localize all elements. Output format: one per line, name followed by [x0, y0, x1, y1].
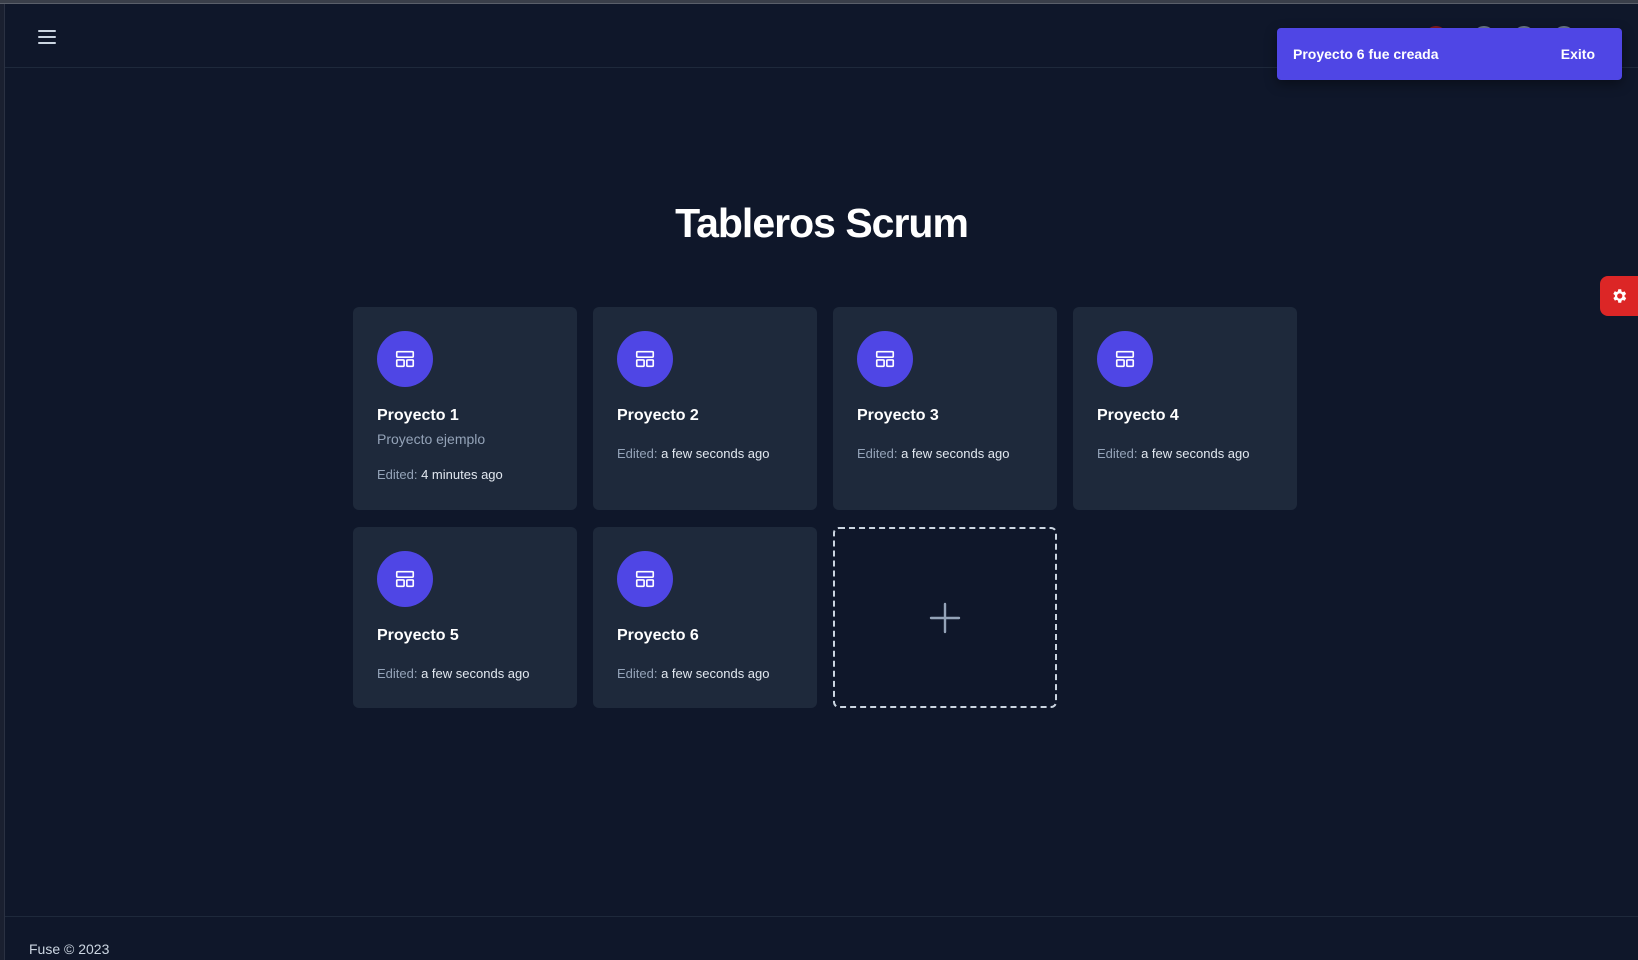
board-edited: Edited: a few seconds ago [617, 446, 770, 461]
snackbar-toast: Proyecto 6 fue creada Exito [1277, 28, 1622, 80]
toast-action-button[interactable]: Exito [1561, 46, 1595, 62]
board-name: Proyecto 4 [1097, 407, 1179, 424]
board-icon [617, 331, 673, 387]
edited-value: a few seconds ago [661, 666, 770, 681]
board-icon [377, 331, 433, 387]
board-description: Proyecto ejemplo [377, 431, 486, 447]
board-card[interactable]: Proyecto 3 Edited: a few seconds ago [833, 307, 1057, 510]
board-card[interactable]: Proyecto 6 Edited: a few seconds ago [593, 527, 817, 708]
edited-value: a few seconds ago [901, 446, 1010, 461]
menu-icon[interactable] [35, 26, 59, 50]
edited-label: Edited: [1097, 446, 1142, 461]
footer: Fuse © 2023 [5, 916, 1638, 960]
board-edited: Edited: a few seconds ago [377, 666, 530, 681]
board-icon [1097, 331, 1153, 387]
add-board-button[interactable] [833, 527, 1057, 708]
toast-message: Proyecto 6 fue creada [1293, 46, 1439, 62]
gear-icon [1613, 289, 1627, 303]
board-icon [857, 331, 913, 387]
edited-value: a few seconds ago [661, 446, 770, 461]
board-edited: Edited: a few seconds ago [617, 666, 770, 681]
board-name: Proyecto 6 [617, 627, 699, 644]
board-edited: Edited: a few seconds ago [1097, 446, 1250, 461]
board-edited: Edited: 4 minutes ago [377, 467, 503, 482]
edited-value: a few seconds ago [421, 666, 530, 681]
board-name: Proyecto 2 [617, 407, 699, 424]
edited-label: Edited: [617, 666, 662, 681]
settings-button[interactable] [1600, 276, 1638, 316]
edited-label: Edited: [857, 446, 902, 461]
edited-label: Edited: [617, 446, 662, 461]
board-name: Proyecto 1 [377, 407, 459, 424]
edited-value: a few seconds ago [1141, 446, 1250, 461]
board-name: Proyecto 5 [377, 627, 459, 644]
board-icon [377, 551, 433, 607]
board-card[interactable]: Proyecto 2 Edited: a few seconds ago [593, 307, 817, 510]
board-card[interactable]: Proyecto 1 Proyecto ejemplo Edited: 4 mi… [353, 307, 577, 510]
app-container: Proyecto 6 fue creada Exito Tableros Scr… [5, 4, 1638, 960]
board-name: Proyecto 3 [857, 407, 939, 424]
footer-copyright: Fuse © 2023 [29, 941, 110, 957]
edited-label: Edited: [377, 467, 422, 482]
edited-value: 4 minutes ago [421, 467, 503, 482]
board-card[interactable]: Proyecto 5 Edited: a few seconds ago [353, 527, 577, 708]
edited-label: Edited: [377, 666, 422, 681]
board-card[interactable]: Proyecto 4 Edited: a few seconds ago [1073, 307, 1297, 510]
board-icon [617, 551, 673, 607]
plus-icon [929, 602, 961, 633]
board-edited: Edited: a few seconds ago [857, 446, 1010, 461]
page-title: Tableros Scrum [675, 200, 969, 246]
